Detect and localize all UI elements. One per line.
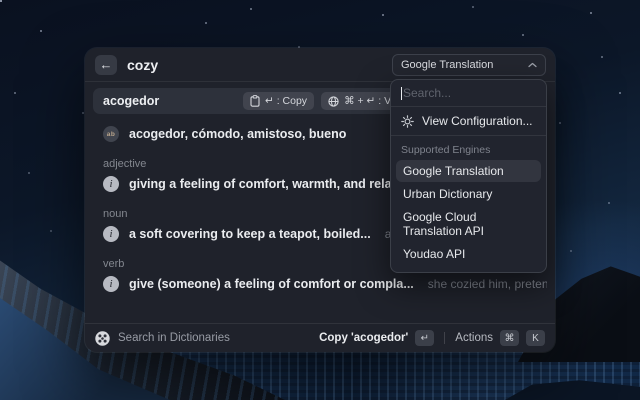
- clipboard-icon: [250, 95, 260, 107]
- engine-select-value: Google Translation: [401, 59, 493, 71]
- chevron-up-icon: [528, 62, 537, 68]
- info-icon: i: [103, 226, 119, 242]
- definition-text: a soft covering to keep a teapot, boiled…: [129, 227, 371, 241]
- info-icon: i: [103, 176, 119, 192]
- engine-select-dropdown-button[interactable]: Google Translation: [392, 54, 546, 76]
- dictionaries-app-icon: [95, 331, 110, 346]
- engine-item-google-translation[interactable]: Google Translation: [396, 160, 541, 182]
- dropdown-search-input[interactable]: [403, 86, 536, 100]
- engine-item-youdao-api[interactable]: Youdao API: [396, 243, 541, 265]
- gear-icon: [401, 115, 414, 128]
- copy-shortcut-label: ↵ : Copy: [265, 95, 307, 107]
- engine-item-google-cloud-translation-api[interactable]: Google Cloud Translation API: [396, 206, 541, 242]
- translate-icon: ab: [103, 126, 119, 142]
- globe-icon: [328, 96, 339, 107]
- engine-item-urban-dictionary[interactable]: Urban Dictionary: [396, 183, 541, 205]
- search-query[interactable]: cozy: [127, 57, 158, 73]
- dropdown-search[interactable]: [391, 80, 546, 106]
- view-configuration-item[interactable]: View Configuration...: [391, 107, 546, 135]
- back-arrow-icon: ←: [100, 58, 113, 71]
- info-icon: i: [103, 276, 119, 292]
- engine-list: Google Translation Urban Dictionary Goog…: [391, 159, 546, 272]
- translation-text: acogedor, cómodo, amistoso, bueno: [129, 127, 346, 141]
- footer-left[interactable]: Search in Dictionaries: [95, 331, 230, 346]
- back-button[interactable]: ←: [95, 55, 117, 75]
- footer-divider: [444, 332, 445, 344]
- copy-shortcut-badge[interactable]: ↵ : Copy: [243, 92, 314, 110]
- text-cursor: [401, 87, 402, 100]
- definition-example: she cozied him, pretending to find him i…: [428, 277, 547, 291]
- action-bar: Search in Dictionaries Copy 'acogedor' ↵…: [85, 323, 555, 352]
- engine-dropdown-panel: View Configuration... Supported Engines …: [390, 79, 547, 273]
- definition-text: giving a feeling of comfort, warmth, and…: [129, 177, 432, 191]
- stars: [0, 0, 2, 2]
- actions-menu-label[interactable]: Actions: [455, 332, 493, 344]
- cmd-key-badge: ⌘: [500, 330, 519, 346]
- footer-left-label: Search in Dictionaries: [118, 332, 230, 344]
- primary-action-label[interactable]: Copy 'acogedor': [319, 332, 408, 344]
- supported-engines-header: Supported Engines: [391, 136, 546, 159]
- result-title: acogedor: [103, 94, 159, 108]
- top-bar: ← cozy Google Translation: [85, 48, 555, 82]
- footer-right: Copy 'acogedor' ↵ Actions ⌘ K: [319, 330, 545, 346]
- definition-row-verb[interactable]: i give (someone) a feeling of comfort or…: [93, 272, 547, 296]
- view-configuration-label: View Configuration...: [422, 114, 533, 128]
- launcher-window: ← cozy Google Translation acogedor ↵ : C…: [85, 48, 555, 352]
- k-key-badge: K: [526, 330, 545, 346]
- return-key-badge: ↵: [415, 330, 434, 346]
- definition-text: give (someone) a feeling of comfort or c…: [129, 277, 414, 291]
